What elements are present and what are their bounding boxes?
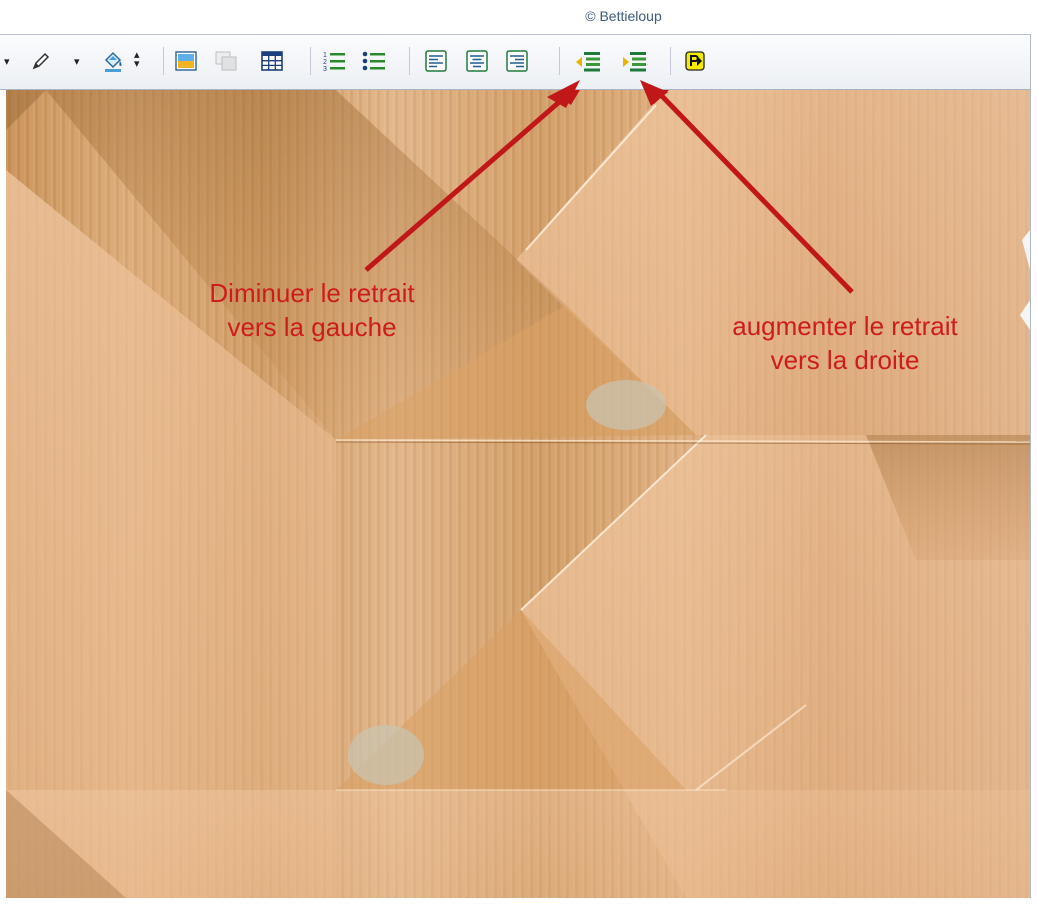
numbered-list-icon: 1 2 3 — [323, 52, 345, 72]
align-left-icon — [425, 50, 447, 72]
clipart-icon — [215, 51, 237, 71]
annotation-increase-indent: augmenter le retrait vers la droite — [695, 309, 995, 377]
image-icon — [175, 51, 197, 71]
spinner-arrows-icon[interactable]: ▴ ▾ — [134, 50, 140, 70]
bulleted-list-icon — [362, 51, 385, 71]
insert-paragraph-button[interactable] — [680, 47, 710, 75]
paragraph-p-icon — [685, 51, 705, 71]
decrease-indent-icon — [576, 52, 600, 72]
align-center-button[interactable] — [461, 47, 493, 75]
decrease-indent-button[interactable] — [571, 47, 605, 75]
toolbar-separator — [163, 47, 164, 75]
toolbar-separator — [559, 47, 560, 75]
annotation-decrease-indent: Diminuer le retrait vers la gauche — [172, 276, 452, 344]
paint-bucket-icon — [104, 51, 122, 72]
bottom-frame — [0, 898, 1037, 915]
annotation-decrease-line1: Diminuer le retrait — [209, 278, 415, 308]
chevron-down-icon[interactable]: ▾ — [74, 55, 80, 68]
insert-clipart-button[interactable] — [211, 47, 241, 75]
insert-image-button[interactable] — [171, 47, 201, 75]
annotation-decrease-line2: vers la gauche — [227, 312, 397, 342]
wood-background-canvas — [6, 90, 1030, 898]
chevron-down-icon[interactable]: ▾ — [4, 55, 10, 68]
watermark: © Bettieloup — [585, 8, 662, 24]
align-left-button[interactable] — [420, 47, 452, 75]
table-icon — [261, 51, 283, 71]
highlight-pen-button[interactable] — [26, 47, 56, 75]
toolbar-separator — [409, 47, 410, 75]
fill-color-button[interactable] — [96, 47, 130, 75]
bulleted-list-button[interactable] — [358, 47, 390, 75]
pen-icon — [32, 52, 50, 70]
toolbar-separator — [670, 47, 671, 75]
increase-indent-button[interactable] — [617, 47, 651, 75]
increase-indent-icon — [623, 52, 646, 72]
top-strip: © Bettieloup — [0, 0, 1037, 34]
svg-text:1: 1 — [323, 52, 327, 59]
align-right-button[interactable] — [501, 47, 533, 75]
right-frame — [1030, 34, 1037, 915]
align-center-icon — [466, 50, 488, 72]
insert-table-button[interactable] — [257, 47, 287, 75]
svg-text:3: 3 — [323, 66, 327, 72]
annotation-increase-line1: augmenter le retrait — [732, 311, 958, 341]
annotation-increase-line2: vers la droite — [770, 345, 920, 375]
format-toolbar: ▾ ▾ ▴ ▾ 1 2 3 — [0, 34, 1030, 90]
align-right-icon — [506, 50, 528, 72]
numbered-list-button[interactable]: 1 2 3 — [318, 47, 350, 75]
svg-text:2: 2 — [323, 59, 327, 66]
toolbar-separator — [310, 47, 311, 75]
